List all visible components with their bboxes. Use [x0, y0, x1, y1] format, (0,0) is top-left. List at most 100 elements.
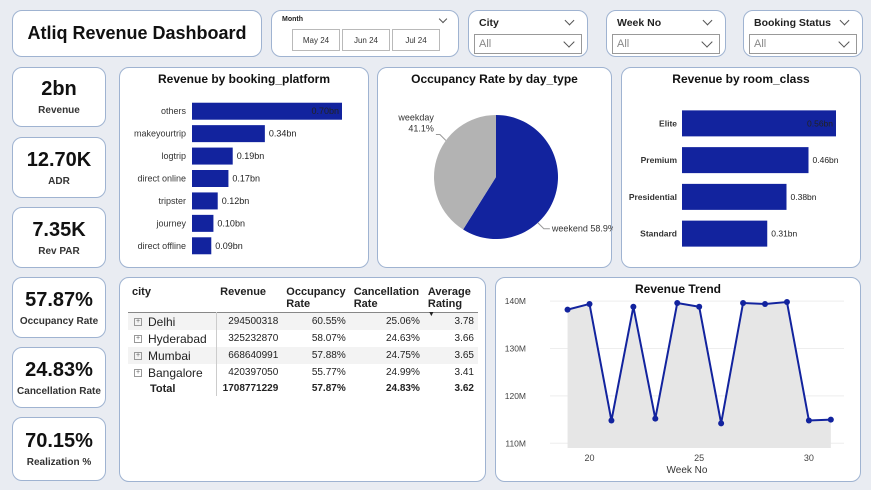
expand-icon[interactable]: +	[134, 318, 142, 327]
data-point[interactable]	[805, 417, 812, 424]
data-point[interactable]	[827, 416, 834, 423]
data-label: 0.17bn	[232, 174, 260, 184]
chevron-down-icon[interactable]	[838, 36, 850, 48]
data-point[interactable]	[564, 306, 571, 313]
month-option-may[interactable]: May 24	[292, 29, 340, 51]
chevron-down-icon[interactable]	[563, 36, 575, 48]
page-title: Atliq Revenue Dashboard	[27, 23, 247, 43]
data-point[interactable]	[718, 420, 725, 427]
x-tick-label: 25	[694, 453, 704, 463]
cell-rating: 3.62	[454, 383, 474, 394]
chevron-down-icon[interactable]	[702, 15, 713, 26]
sort-descending-icon[interactable]: ▼	[428, 311, 435, 318]
week-no-slicer[interactable]: Week No All	[606, 10, 726, 57]
chevron-down-icon[interactable]	[564, 15, 575, 26]
expand-icon[interactable]: +	[134, 352, 142, 361]
bar[interactable]	[192, 170, 229, 187]
table-cell: + Bangalore	[128, 364, 217, 381]
table-cell: 3.65	[424, 347, 478, 364]
booking-status-dropdown[interactable]: All	[749, 34, 857, 54]
chevron-down-icon[interactable]	[839, 15, 850, 26]
table-cell: 25.06%	[350, 313, 424, 331]
city-table: city Revenue Occupancy Rate Cancellation…	[128, 284, 478, 396]
cell-cancellation: 24.75%	[385, 350, 420, 361]
week-no-dropdown[interactable]: All	[612, 34, 720, 54]
col-header-occupancy[interactable]: Occupancy Rate	[282, 284, 349, 313]
city-slicer[interactable]: City All	[468, 10, 588, 57]
kpi-label: Realization %	[26, 457, 92, 468]
dashboard-title-card: Atliq Revenue Dashboard	[12, 10, 262, 57]
chevron-down-icon[interactable]	[438, 14, 448, 24]
data-label: 0.09bn	[215, 241, 243, 251]
data-point[interactable]	[630, 303, 637, 310]
y-tick-label: 140M	[505, 296, 526, 306]
table-row[interactable]: + Mumbai 668640991 57.88% 24.75% 3.65	[128, 347, 478, 364]
data-point[interactable]	[586, 300, 593, 307]
data-point[interactable]	[608, 417, 615, 424]
pie-label-weekday: weekday 41.1%	[397, 112, 434, 133]
table-row[interactable]: + Bangalore 420397050 55.77% 24.99% 3.41	[128, 364, 478, 381]
month-slicer[interactable]: Month May 24 Jun 24 Jul 24	[271, 10, 459, 57]
revenue-trend-card: Revenue Trend 110M 120M 130M 140M 20 25 30 Week…	[495, 277, 861, 482]
table-header-row: city Revenue Occupancy Rate Cancellation…	[128, 284, 478, 318]
cell-city: Total	[150, 382, 176, 395]
table-cell: 1708771229	[216, 381, 282, 396]
col-header-cancellation[interactable]: Cancellation Rate	[350, 284, 424, 313]
chevron-down-icon[interactable]	[701, 36, 713, 48]
expand-icon[interactable]: +	[134, 335, 142, 344]
category-label: tripster	[158, 196, 186, 206]
data-point[interactable]	[674, 300, 681, 307]
category-label: logtrip	[161, 151, 186, 161]
data-point[interactable]	[652, 415, 659, 422]
kpi-value: 70.15%	[25, 430, 93, 452]
cell-revenue: 1708771229	[222, 383, 279, 394]
category-label: Premium	[641, 155, 678, 165]
bar[interactable]	[682, 220, 768, 247]
data-label: 0.70bn	[311, 106, 339, 116]
data-point[interactable]	[696, 303, 703, 310]
data-label: 0.10bn	[217, 218, 245, 228]
kpi-label: Occupancy Rate	[19, 315, 99, 327]
data-point[interactable]	[762, 300, 769, 307]
month-option-jul[interactable]: Jul 24	[392, 29, 440, 51]
kpi-label: Rev PAR	[38, 245, 80, 257]
bar[interactable]	[192, 214, 214, 232]
data-point[interactable]	[783, 299, 790, 306]
cell-occupancy: 60.55%	[311, 316, 346, 327]
bar[interactable]	[682, 147, 809, 174]
occupancy-pie-chart: weekend 58.9% weekday 41.1%	[397, 112, 613, 239]
col-header-rating[interactable]: Average Rating ▼	[424, 284, 478, 318]
table-cell: 3.62	[424, 381, 478, 396]
table-cell: 24.83%	[350, 381, 424, 396]
bar[interactable]	[192, 192, 218, 210]
bar[interactable]	[682, 183, 787, 210]
booking-status-slicer[interactable]: Booking Status All	[743, 10, 863, 57]
table-row[interactable]: + Delhi 294500318 60.55% 25.06% 3.78	[128, 312, 478, 331]
data-label: 0.34bn	[269, 129, 297, 139]
month-option-jun[interactable]: Jun 24	[342, 29, 390, 51]
expand-icon[interactable]: +	[134, 369, 142, 378]
bar[interactable]	[192, 237, 212, 255]
col-header-revenue[interactable]: Revenue	[216, 284, 282, 313]
cell-revenue: 325232870	[228, 333, 279, 344]
x-axis-title: Week No	[667, 465, 708, 476]
table-cell: Total	[128, 381, 217, 396]
table-row[interactable]: + Hyderabad 325232870 58.07% 24.63% 3.66	[128, 330, 478, 347]
table-cell: + Hyderabad	[128, 330, 217, 347]
data-label: 0.38bn	[791, 192, 817, 202]
category-label: Standard	[640, 229, 677, 239]
category-label: direct online	[137, 174, 186, 184]
booking-status-dropdown-value: All	[754, 38, 767, 50]
x-tick-label: 20	[584, 453, 594, 463]
cell-rating: 3.65	[454, 350, 474, 361]
city-dropdown[interactable]: All	[474, 34, 582, 54]
month-slicer-label: Month	[282, 16, 303, 23]
cell-occupancy: 58.07%	[311, 333, 346, 344]
data-point[interactable]	[740, 300, 747, 307]
occupancy-by-daytype-card: Occupancy Rate by day_type weekend 58.9%…	[377, 67, 613, 268]
col-header-city[interactable]: city	[128, 284, 216, 313]
bar[interactable]	[192, 125, 265, 143]
cell-cancellation: 24.63%	[385, 333, 420, 344]
bar[interactable]	[192, 147, 233, 165]
y-tick-label: 110M	[505, 438, 526, 448]
